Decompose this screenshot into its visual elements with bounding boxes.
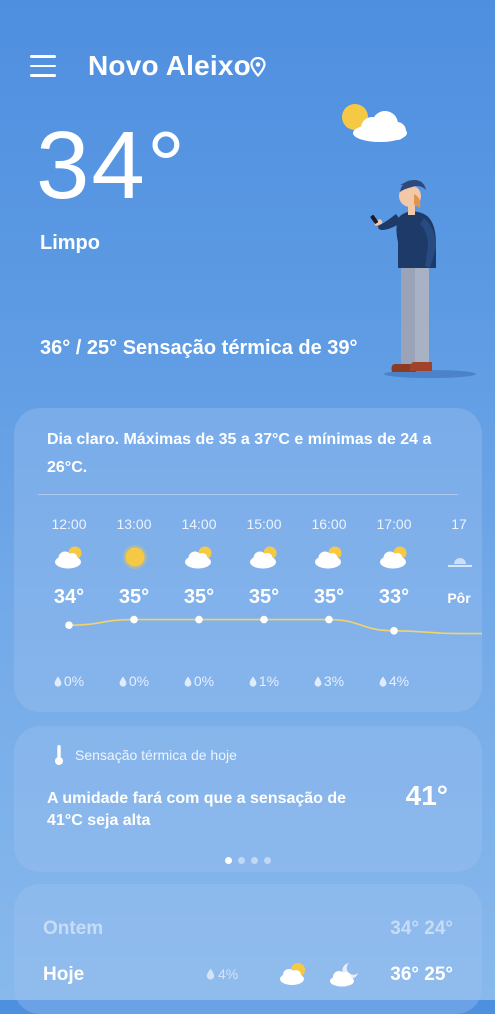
hourly-forecast-card: Dia claro. Máximas de 35 a 37°C e mínima… [14,408,482,712]
hamburger-menu-icon[interactable] [30,55,56,77]
hourly-strip[interactable]: 12:00 34° 0% 13:00 35° 0% 14:00 35° 0% 15:00 35° 1%… [14,408,482,712]
hour-temperature: 35° [248,586,280,608]
raindrop-icon [314,676,322,687]
raindrop-icon [249,676,257,687]
hour-time: 16:00 [311,516,347,532]
hour-time: 12:00 [51,516,87,532]
hour-time: 15:00 [246,516,282,532]
hour-time: 17 [451,516,467,532]
sunset-icon [448,558,472,567]
hour-rain-chance: 4% [362,673,426,689]
day-temperatures: 36° 25° [390,964,453,985]
hour-temperature: 35° [118,586,150,608]
page-dot[interactable] [238,857,245,864]
daily-row-today[interactable]: Hoje 4% 36° 25° [43,960,453,990]
hour-column: 12:00 34° 0% [37,408,101,712]
hour-rain-chance: 3% [297,673,361,689]
raindrop-icon [184,676,192,687]
page-dot[interactable] [264,857,271,864]
partly-cloudy-icon [342,104,407,142]
hour-temperature: Pôr [447,590,471,606]
hour-column: 13:00 35° 0% [102,408,166,712]
daily-row-yesterday[interactable]: Ontem 34° 24° [43,914,453,944]
raindrop-icon [54,676,62,687]
hour-temperature: 33° [378,586,410,608]
day-temperatures: 34° 24° [390,918,453,939]
hour-time: 17:00 [376,516,412,532]
high-low-feels-like: 36° / 25° Sensação térmica de 39° [40,337,358,359]
page-dot[interactable] [251,857,258,864]
hour-temperature: 35° [313,586,345,608]
raindrop-icon [206,968,215,980]
feels-like-header: Sensação térmica de hoje [75,747,237,763]
daily-forecast-card: Ontem 34° 24° Hoje 4% 36° 25° [14,884,482,1014]
hour-rain-chance: 0% [167,673,231,689]
hour-rain-chance: 1% [232,673,296,689]
raindrop-icon [379,676,387,687]
hour-rain-chance: 0% [102,673,166,689]
thermometer-icon [55,745,63,765]
page-dot[interactable] [225,857,232,864]
location-title[interactable]: Novo Aleixo [88,50,251,82]
page-indicator[interactable] [14,851,482,869]
partly-cloudy-night-icon [330,963,358,987]
partly-cloudy-icon [380,546,407,569]
hour-rain-chance: 0% [37,673,101,689]
partly-cloudy-icon [315,546,342,569]
day-name: Ontem [43,918,104,939]
sun-icon [123,545,147,569]
current-condition: Limpo [40,232,100,254]
feels-like-value: 41° [405,780,448,811]
day-name: Hoje [43,964,85,985]
day-rain-chance: 4% [206,966,238,982]
hour-temperature: 34° [53,586,85,608]
hour-column: 14:00 35° 0% [167,408,231,712]
map-pin-icon[interactable] [250,57,266,77]
hour-time: 13:00 [116,516,152,532]
hour-column: 15:00 35° 1% [232,408,296,712]
hour-column: 16:00 35° 3% [297,408,361,712]
feels-like-description: A umidade fará com que a sensação de 41°… [47,790,347,829]
feels-like-card[interactable]: Sensação térmica de hoje A umidade fará … [14,726,482,872]
partly-cloudy-icon [250,546,277,569]
hour-temperature: 35° [183,586,215,608]
person-illustration [370,180,476,378]
partly-cloudy-icon [185,546,212,569]
hour-time: 14:00 [181,516,217,532]
hour-column: 17 Pôr [427,408,482,712]
current-temperature: 34° [36,112,188,219]
hour-column: 17:00 33° 4% [362,408,426,712]
partly-cloudy-icon [280,963,305,985]
raindrop-icon [119,676,127,687]
partly-cloudy-icon [55,546,82,569]
